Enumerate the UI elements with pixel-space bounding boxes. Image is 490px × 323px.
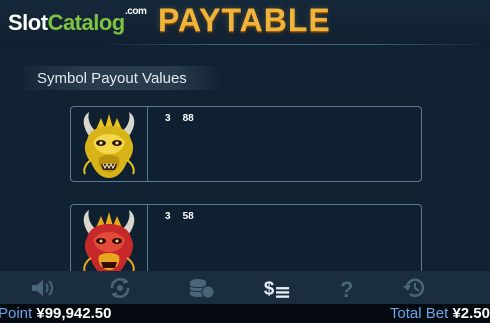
symbol-card-red-dragon: 3 58 <box>70 204 422 280</box>
payout-row: 3 88 <box>165 113 194 124</box>
logo-part-1: Slot <box>8 10 48 35</box>
svg-text:$: $ <box>264 278 275 299</box>
symbol-image-box <box>71 205 148 279</box>
payout-value: 88 <box>182 113 194 124</box>
autoplay-icon[interactable] <box>106 276 134 300</box>
symbol-card-gold-dragon: 3 88 <box>70 106 422 182</box>
paytable-icon[interactable]: $ <box>263 276 291 300</box>
section-header: Symbol Payout Values <box>24 66 222 90</box>
page-title: PAYTABLE <box>158 2 331 38</box>
coins-icon[interactable] <box>187 276 215 300</box>
gold-dragon-icon <box>83 112 135 178</box>
logo-suffix: .com <box>125 6 147 17</box>
logo-part-2: Catalog <box>47 10 126 35</box>
symbol-count: 3 <box>165 211 171 222</box>
total-bet-display: Total Bet ¥2.50 <box>390 304 490 323</box>
bottom-toolbar: $ ? <box>0 271 490 304</box>
svg-text:?: ? <box>340 277 353 300</box>
paytable-screen: SlotCatalog .com PAYTABLE Symbol Payout … <box>0 0 490 323</box>
sound-icon[interactable] <box>28 276 56 300</box>
section-title: Symbol Payout Values <box>37 70 187 87</box>
site-logo: SlotCatalog .com <box>8 6 147 36</box>
bet-value: ¥2.50 <box>452 305 490 322</box>
bet-label: Total Bet <box>389 305 449 322</box>
header: SlotCatalog .com PAYTABLE <box>0 0 490 46</box>
payout-row: 3 58 <box>165 211 194 222</box>
point-label: Point <box>0 305 33 322</box>
symbol-count: 3 <box>165 113 171 124</box>
status-bar: Point ¥99,942.50 Total Bet ¥2.50 <box>0 304 490 323</box>
header-divider <box>95 44 490 45</box>
history-icon[interactable] <box>401 276 429 300</box>
symbol-image-box <box>71 107 148 181</box>
point-value: ¥99,942.50 <box>36 305 112 322</box>
payout-value: 58 <box>182 211 194 222</box>
help-icon[interactable]: ? <box>333 276 361 300</box>
red-dragon-icon <box>83 210 135 276</box>
balance-display: Point ¥99,942.50 <box>0 304 111 323</box>
